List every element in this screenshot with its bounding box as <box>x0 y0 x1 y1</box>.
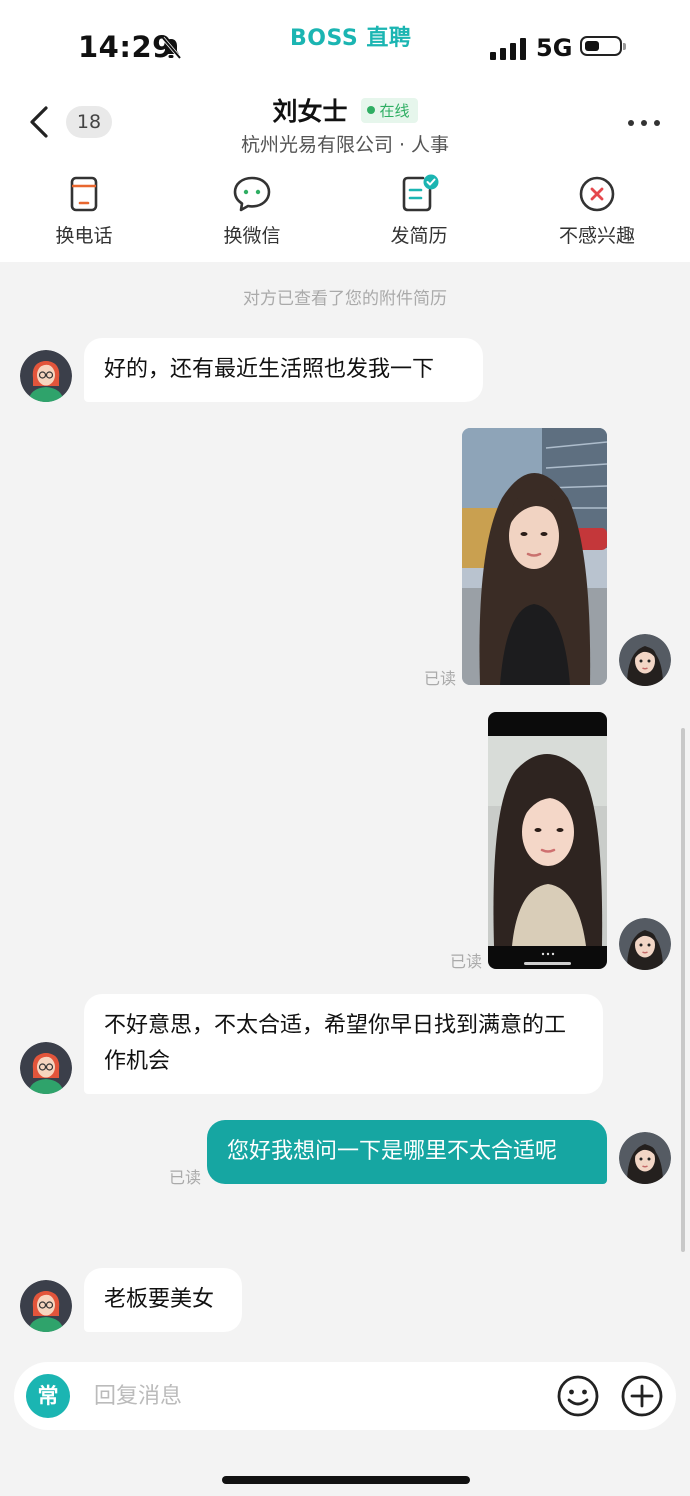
swap-phone-button[interactable]: 换电话 <box>24 174 144 248</box>
sent-photo[interactable] <box>462 428 607 685</box>
network-type: 5G <box>536 34 573 62</box>
read-receipt: 已读 <box>169 1168 202 1187</box>
plus-icon[interactable] <box>620 1374 664 1418</box>
sent-photo[interactable] <box>488 712 607 969</box>
read-receipt: 已读 <box>424 669 457 688</box>
recruiter-avatar[interactable] <box>20 350 72 402</box>
quick-actions: 换电话 换微信 发简历 不感兴趣 <box>0 174 690 254</box>
battery-icon <box>580 36 626 56</box>
scrollbar[interactable] <box>681 728 685 1252</box>
reply-input[interactable] <box>92 1370 516 1422</box>
contact-title: 刘女士 在线 <box>0 92 690 128</box>
chat-screen: 14:29 BOSS 直聘 5G 18 刘女士 在线 杭州光易有限公司 · 人事 <box>0 0 690 1496</box>
bell-slash-icon <box>161 36 182 60</box>
message-list[interactable]: 对方已查看了您的附件简历 好的，还有最近生活照也发我一下 已读 已读 不好意思，… <box>0 262 690 1348</box>
brand-logo: BOSS 直聘 <box>290 26 412 51</box>
system-note: 对方已查看了您的附件简历 <box>243 289 447 309</box>
home-indicator[interactable] <box>222 1476 470 1484</box>
my-avatar[interactable] <box>619 918 671 970</box>
message-bubble[interactable]: 老板要美女 <box>84 1268 242 1332</box>
status-bar: 14:29 BOSS 直聘 5G <box>0 0 690 88</box>
quick-phrase-button[interactable]: 常 <box>26 1374 70 1418</box>
message-bubble[interactable]: 好的，还有最近生活照也发我一下 <box>84 338 483 402</box>
status-time: 14:29 <box>78 30 173 64</box>
composer-box: 常 <box>14 1362 676 1430</box>
send-resume-label: 发简历 <box>390 225 448 247</box>
recruiter-avatar[interactable] <box>20 1280 72 1332</box>
read-receipt: 已读 <box>450 952 483 971</box>
my-avatar[interactable] <box>619 634 671 686</box>
composer: 常 <box>0 1348 690 1496</box>
message-bubble[interactable]: 不好意思，不太合适，希望你早日找到满意的工作机会 <box>84 994 603 1094</box>
message-bubble[interactable]: 您好我想问一下是哪里不太合适呢 <box>207 1120 607 1184</box>
recruiter-avatar[interactable] <box>20 1042 72 1094</box>
not-interested-label: 不感兴趣 <box>558 225 635 247</box>
my-avatar[interactable] <box>619 1132 671 1184</box>
more-menu-button[interactable] <box>626 118 662 130</box>
signal-icon <box>490 36 526 60</box>
online-label: 在线 <box>379 101 410 120</box>
swap-phone-label: 换电话 <box>55 225 113 247</box>
not-interested-button[interactable]: 不感兴趣 <box>537 174 657 248</box>
resume-icon <box>402 174 439 212</box>
online-status-badge: 在线 <box>360 97 418 123</box>
swap-wechat-label: 换微信 <box>223 225 281 247</box>
not-interested-icon <box>579 176 615 212</box>
phone-swap-icon <box>70 176 98 212</box>
contact-name: 刘女士 <box>272 97 348 126</box>
company-role: 杭州光易有限公司 · 人事 <box>240 134 450 156</box>
chat-header: 18 刘女士 在线 杭州光易有限公司 · 人事 换电话 换微信 发简历 不感兴趣 <box>0 88 690 262</box>
send-resume-button[interactable]: 发简历 <box>359 174 479 248</box>
wechat-icon <box>233 176 271 212</box>
swap-wechat-button[interactable]: 换微信 <box>192 174 312 248</box>
emoji-icon[interactable] <box>556 1374 600 1418</box>
